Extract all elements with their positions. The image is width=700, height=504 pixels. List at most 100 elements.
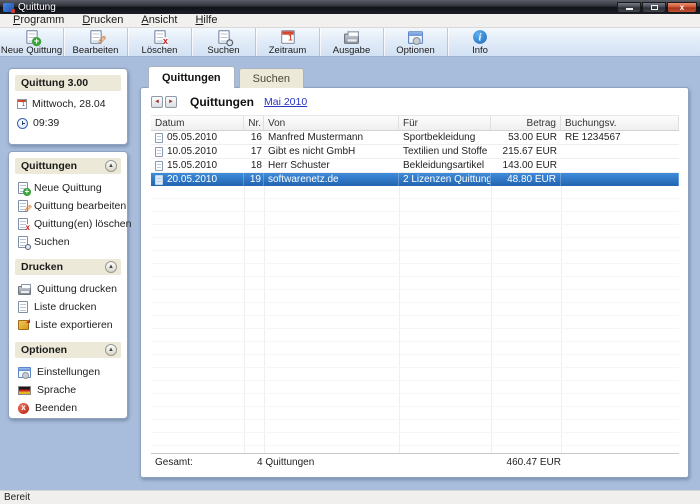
menu-item[interactable]: Programm xyxy=(4,14,73,27)
total-amount: 460.47 EUR xyxy=(491,457,561,468)
content-area: Quittung 3.00 Mittwoch, 28.04 09:39 Quit… xyxy=(0,57,700,490)
cell-datum: 05.05.2010 xyxy=(167,131,217,144)
menu-bar: ProgrammDruckenAnsichtHilfe xyxy=(0,14,700,28)
maximize-icon xyxy=(651,5,658,10)
date-row: Mittwoch, 28.04 xyxy=(15,98,121,110)
column-header-buchungsv[interactable]: Buchungsv. xyxy=(561,116,679,130)
sidebar-section-items: Neue Quittung Quittung bearbeiten Quittu… xyxy=(15,179,121,251)
sidebar-item[interactable]: Quittung bearbeiten xyxy=(15,197,121,215)
sidebar-section-items: Einstellungen Sprache Beenden xyxy=(15,363,121,417)
toolbar-button[interactable]: Optionen xyxy=(384,28,448,56)
toolbar-button[interactable]: Bearbeiten xyxy=(64,28,128,56)
cell-nr: 17 xyxy=(244,145,264,158)
sidebar-section-title: Optionen xyxy=(21,344,67,356)
quit-icon xyxy=(18,403,29,414)
sidebar-item[interactable]: Einstellungen xyxy=(15,363,121,381)
toolbar-button[interactable]: Ausgabe xyxy=(320,28,384,56)
cell-datum: 20.05.2010 xyxy=(167,173,217,186)
sidebar-item[interactable]: Liste drucken xyxy=(15,298,121,316)
toolbar-button[interactable]: Löschen xyxy=(128,28,192,56)
sidebar-item[interactable]: Liste exportieren xyxy=(15,316,121,334)
sidebar-item-label: Neue Quittung xyxy=(34,182,102,194)
sidebar-item[interactable]: Neue Quittung xyxy=(15,179,121,197)
toolbar-button[interactable]: Info xyxy=(448,28,512,56)
table-row[interactable]: 05.05.2010 16 Manfred Mustermann Sportbe… xyxy=(151,131,679,145)
cell-nr: 18 xyxy=(244,159,264,172)
cell-von: Manfred Mustermann xyxy=(264,131,399,144)
sidebar-item[interactable]: Beenden xyxy=(15,399,121,417)
collapse-button[interactable]: ▲ xyxy=(105,160,117,172)
collapse-button[interactable]: ▲ xyxy=(105,344,117,356)
cell-buchungsv xyxy=(561,173,679,186)
cell-von: softwarenetz.de xyxy=(264,173,399,186)
period-link[interactable]: Mai 2010 xyxy=(264,96,307,108)
column-header-fuer[interactable]: Für xyxy=(399,116,491,130)
sidebar-section-header: Drucken ▲ xyxy=(15,259,121,275)
export-icon xyxy=(18,320,29,330)
close-icon: x xyxy=(680,3,684,12)
table-row[interactable]: 20.05.2010 19 softwarenetz.de 2 Lizenzen… xyxy=(151,173,679,186)
receipt-icon xyxy=(155,147,163,157)
sidebar-section-header: Quittungen ▲ xyxy=(15,158,121,174)
current-time: 09:39 xyxy=(33,117,59,129)
receipt-count: 4 Quittungen xyxy=(257,457,491,468)
period-nav-row: ◄ ► Quittungen Mai 2010 xyxy=(151,93,688,111)
toolbar-button[interactable]: Suchen xyxy=(192,28,256,56)
sidebar-section-title: Drucken xyxy=(21,261,63,273)
toolbar-button[interactable]: Neue Quittung xyxy=(0,28,64,56)
sidebar-section: Optionen ▲ Einstellungen Sprache Beenden xyxy=(15,342,121,417)
sidebar-section-header: Optionen ▲ xyxy=(15,342,121,358)
sidebar-nav-panel: Quittungen ▲ Neue Quittung Quittung bear… xyxy=(8,151,128,419)
app-window: Quittung x ProgrammDruckenAnsichtHilfe N… xyxy=(0,0,700,504)
toolbar-button-label: Neue Quittung xyxy=(1,45,62,56)
next-period-button[interactable]: ► xyxy=(165,96,177,108)
column-header-betrag[interactable]: Betrag xyxy=(491,116,561,130)
sidebar-item[interactable]: Suchen xyxy=(15,233,121,251)
doc-edit-icon xyxy=(90,30,102,44)
minimize-icon xyxy=(626,8,633,10)
column-header-nr[interactable]: Nr. xyxy=(244,116,264,130)
cell-buchungsv: RE 1234567 xyxy=(561,131,679,144)
column-header-datum[interactable]: Datum xyxy=(151,116,244,130)
sidebar-item[interactable]: Sprache xyxy=(15,381,121,399)
minimize-button[interactable] xyxy=(617,2,641,13)
column-header-von[interactable]: Von xyxy=(264,116,399,130)
doc-new-icon xyxy=(26,30,38,44)
table-header: Datum Nr. Von Für Betrag Buchungsv. xyxy=(151,115,679,131)
main-panel: ◄ ► Quittungen Mai 2010 Datum Nr. Von Fü… xyxy=(140,87,689,478)
flag-de-icon xyxy=(18,386,31,395)
window-title: Quittung xyxy=(18,2,56,13)
table-row[interactable]: 10.05.2010 17 Gibt es nicht GmbH Textili… xyxy=(151,145,679,159)
menu-item[interactable]: Drucken xyxy=(73,14,132,27)
info-icon xyxy=(473,30,487,44)
doc-search-icon xyxy=(18,236,28,248)
cell-betrag: 53.00 EUR xyxy=(491,131,561,144)
sidebar-item[interactable]: Quittung(en) löschen xyxy=(15,215,121,233)
settings-icon xyxy=(18,367,31,378)
sidebar-item-label: Quittung(en) löschen xyxy=(34,218,131,230)
doc-icon xyxy=(18,301,28,313)
tab-quittungen[interactable]: Quittungen xyxy=(148,66,235,88)
toolbar-button-label: Suchen xyxy=(207,45,239,56)
current-date: Mittwoch, 28.04 xyxy=(32,98,106,110)
sidebar-item[interactable]: Quittung drucken xyxy=(15,280,121,298)
receipt-icon xyxy=(155,175,163,185)
sidebar-section: Quittungen ▲ Neue Quittung Quittung bear… xyxy=(15,158,121,251)
maximize-button[interactable] xyxy=(642,2,666,13)
collapse-button[interactable]: ▲ xyxy=(105,261,117,273)
menu-item[interactable]: Hilfe xyxy=(186,14,226,27)
calendar-icon xyxy=(17,99,27,109)
toolbar-button[interactable]: Zeitraum xyxy=(256,28,320,56)
printer-icon xyxy=(18,286,31,295)
info-panel: Quittung 3.00 Mittwoch, 28.04 09:39 xyxy=(8,68,128,145)
table-row[interactable]: 15.05.2010 18 Herr Schuster Bekleidungsa… xyxy=(151,159,679,173)
toolbar-button-label: Löschen xyxy=(142,45,178,56)
menu-item[interactable]: Ansicht xyxy=(132,14,186,27)
tab-bar: Quittungen Suchen xyxy=(148,66,308,88)
doc-delete-icon xyxy=(154,30,166,44)
tab-suchen[interactable]: Suchen xyxy=(239,68,304,88)
previous-period-button[interactable]: ◄ xyxy=(151,96,163,108)
close-button[interactable]: x xyxy=(667,2,697,13)
app-version-label: Quittung 3.00 xyxy=(21,77,88,89)
sidebar-item-label: Quittung bearbeiten xyxy=(34,200,126,212)
